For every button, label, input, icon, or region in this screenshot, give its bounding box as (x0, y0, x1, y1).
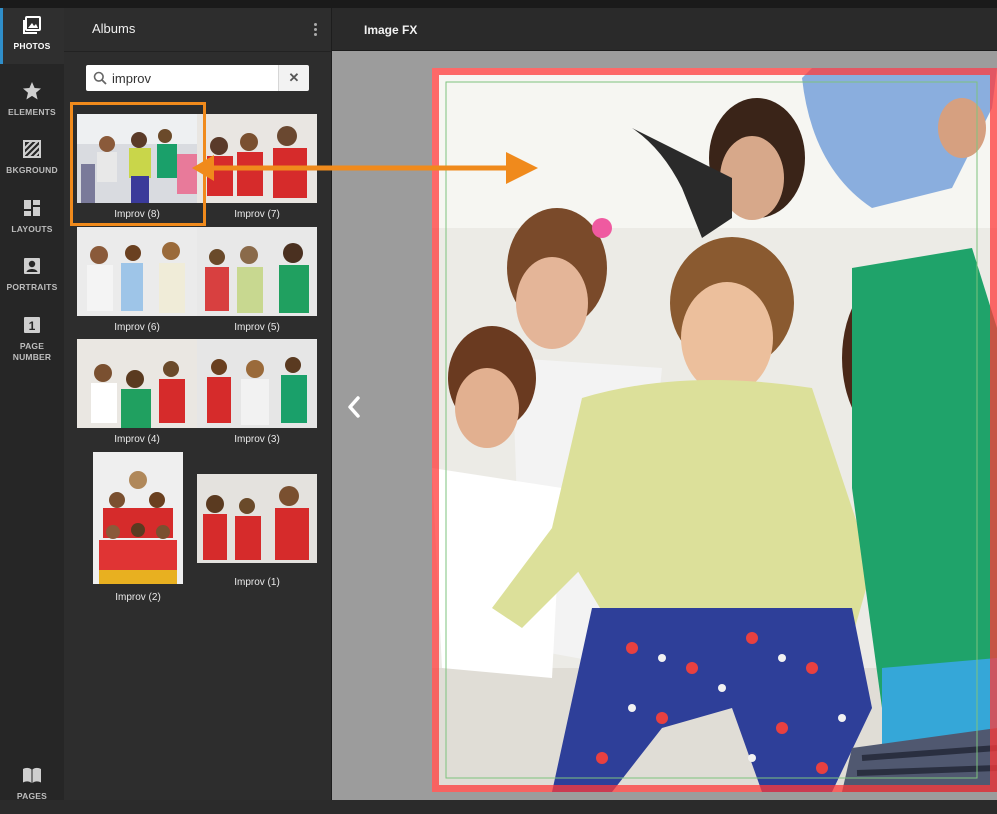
photo-thumbnail[interactable]: Improv (2) (93, 452, 183, 608)
photo-caption: Improv (6) (114, 322, 160, 333)
photo-image (77, 114, 197, 203)
rail-label: PORTRAITS (6, 282, 58, 292)
photo-thumbnail[interactable]: Improv (3) (197, 339, 317, 451)
editor-toolbar: Image FX (332, 8, 997, 51)
photo-thumbnail[interactable]: Improv (8) (77, 114, 197, 226)
rail-item-elements[interactable]: ELEMENTS (0, 74, 64, 130)
photo-caption: Improv (7) (234, 209, 280, 220)
portrait-icon (24, 258, 40, 274)
photo-image (93, 452, 183, 584)
kebab-menu-icon[interactable] (314, 23, 318, 37)
photo-thumbnail[interactable]: Improv (1) (197, 474, 317, 588)
rail-item-background[interactable]: BKGROUND (0, 132, 64, 188)
image-fx-tab[interactable]: Image FX (364, 23, 417, 37)
chevron-left-icon[interactable] (343, 394, 365, 420)
photo-caption: Improv (3) (234, 434, 280, 445)
yearbook-page[interactable] (432, 68, 997, 792)
photo-caption: Improv (5) (234, 322, 280, 333)
rail-label: PAGE NUMBER (12, 341, 52, 362)
layouts-icon (24, 200, 40, 216)
left-nav-rail: PHOTOS ELEMENTS BKGROUND LAYOUTS PORTRAI… (0, 8, 64, 801)
rail-label: PAGES (16, 791, 48, 801)
photo-thumbnail[interactable]: Improv (5) (197, 227, 317, 339)
page-number-icon: 1 (24, 317, 40, 333)
star-icon (23, 82, 41, 100)
rail-item-photos[interactable]: PHOTOS (0, 8, 64, 64)
rail-item-portraits[interactable]: PORTRAITS (0, 249, 64, 305)
background-icon (23, 140, 41, 158)
rail-item-pages[interactable]: PAGES (0, 758, 64, 814)
top-strip (0, 0, 997, 8)
photo-thumbnail[interactable]: Improv (7) (197, 114, 317, 226)
photo-caption: Improv (2) (115, 592, 161, 603)
photos-icon (23, 16, 41, 34)
photo-caption: Improv (4) (114, 434, 160, 445)
photo-image (197, 474, 317, 563)
rail-label: BKGROUND (6, 165, 58, 175)
photo-caption: Improv (8) (114, 209, 160, 220)
photo-thumbnail[interactable]: Improv (6) (77, 227, 197, 339)
albums-panel: Albums ✕ Improv (8 (64, 8, 332, 800)
photo-image (197, 339, 317, 428)
photo-image (77, 227, 197, 316)
photo-image (197, 114, 317, 203)
clear-search-button[interactable]: ✕ (278, 65, 309, 91)
search-input[interactable] (112, 69, 272, 87)
panel-title: Albums (92, 21, 136, 36)
rail-item-page-number[interactable]: 1 PAGE NUMBER (0, 308, 64, 372)
rail-label: ELEMENTS (8, 107, 56, 117)
search-icon (93, 71, 107, 85)
page-photo (432, 68, 997, 792)
photo-image (197, 227, 317, 316)
svg-text:1: 1 (29, 319, 36, 333)
rail-label: LAYOUTS (11, 224, 53, 234)
photo-thumbnail[interactable]: Improv (4) (77, 339, 197, 451)
book-icon (23, 767, 41, 783)
panel-header: Albums (64, 8, 331, 52)
rail-item-layouts[interactable]: LAYOUTS (0, 191, 64, 247)
photo-caption: Improv (1) (234, 577, 280, 588)
rail-label: PHOTOS (13, 41, 51, 51)
search-box: ✕ (86, 65, 309, 91)
photo-image (77, 339, 197, 428)
